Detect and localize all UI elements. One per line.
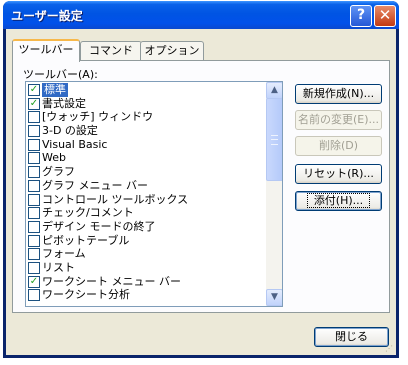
list-item-label: デザイン モードの終了: [42, 219, 156, 233]
list-item[interactable]: [ウォッチ] ウィンドウ: [26, 110, 266, 124]
scroll-thumb[interactable]: [266, 98, 282, 181]
list-item[interactable]: デザイン モードの終了: [26, 220, 266, 234]
attach-button[interactable]: 添付(H)...: [295, 191, 382, 211]
new-toolbar-button[interactable]: 新規作成(N)...: [295, 84, 382, 104]
dialog-window: ユーザー設定 ? ✕ ツールバー コマンド オプション ツールバー(A): ✓ 標…: [3, 1, 399, 358]
list-item[interactable]: グラフ メニュー バー: [26, 179, 266, 193]
tab-options[interactable]: オプション: [140, 41, 204, 60]
toolbar-list-label: ツールバー(A):: [23, 68, 98, 81]
title-bar[interactable]: ユーザー設定 ? ✕: [3, 1, 399, 29]
checkbox[interactable]: [28, 166, 40, 179]
reset-button[interactable]: リセット(R)...: [295, 164, 382, 184]
list-item-label: 3-D の設定: [42, 124, 98, 138]
list-item-label: 書式設定: [42, 96, 86, 110]
list-item-label: フォーム: [42, 247, 86, 261]
list-item[interactable]: ワークシート分析: [26, 288, 266, 302]
checkbox[interactable]: [28, 193, 40, 206]
checkbox[interactable]: [28, 234, 40, 247]
list-item-label: Web: [42, 151, 66, 165]
list-item-label: チェック/コメント: [42, 206, 134, 220]
list-item-label: グラフ: [42, 165, 75, 179]
list-item[interactable]: Visual Basic: [26, 138, 266, 152]
checkbox[interactable]: [28, 179, 40, 192]
list-item[interactable]: フォーム: [26, 247, 266, 261]
list-item[interactable]: リスト: [26, 261, 266, 275]
list-item[interactable]: グラフ: [26, 165, 266, 179]
checkbox[interactable]: ✓: [28, 275, 40, 288]
list-item[interactable]: Web: [26, 151, 266, 165]
delete-label: 削除(D): [318, 139, 359, 152]
resize-grip-icon[interactable]: ⋰: [385, 344, 395, 354]
list-item[interactable]: ✓ 書式設定: [26, 97, 266, 111]
tab-panel: ツールバー(A): ✓ 標準 ✓ 書式設定 [ウォッチ] ウィンドウ 3-D の設定 Vis…: [12, 60, 390, 313]
new-toolbar-label: 新規作成(N)...: [302, 87, 375, 100]
list-item-label: ワークシート分析: [42, 288, 130, 302]
list-item-label: グラフ メニュー バー: [42, 178, 148, 192]
list-item-label: ピボットテーブル: [42, 233, 130, 247]
rename-label: 名前の変更(E)...: [297, 113, 380, 126]
checkbox[interactable]: [28, 125, 40, 138]
checkbox[interactable]: [28, 138, 40, 151]
chevron-down-icon: ▼: [271, 292, 278, 302]
checkbox[interactable]: [28, 111, 40, 124]
list-item[interactable]: コントロール ツールボックス: [26, 193, 266, 207]
checkbox[interactable]: [28, 152, 40, 165]
scroll-up-button[interactable]: ▲: [266, 82, 282, 99]
list-item-label: Visual Basic: [42, 137, 108, 151]
toolbar-list-rows: ✓ 標準 ✓ 書式設定 [ウォッチ] ウィンドウ 3-D の設定 Visual Basic W…: [26, 83, 266, 302]
close-label: 閉じる: [335, 330, 368, 343]
grip-icon: [271, 135, 278, 145]
list-item[interactable]: チェック/コメント: [26, 206, 266, 220]
window-title: ユーザー設定: [11, 9, 83, 23]
delete-button[interactable]: 削除(D): [295, 136, 382, 156]
attach-label: 添付(H)...: [306, 193, 371, 208]
tab-toolbars[interactable]: ツールバー: [12, 39, 80, 62]
checkbox[interactable]: [28, 220, 40, 233]
list-item-label: 標準: [42, 83, 68, 97]
checkbox[interactable]: [28, 248, 40, 261]
list-item-label: リスト: [42, 260, 75, 274]
close-icon: ✕: [378, 6, 392, 24]
checkbox[interactable]: [28, 207, 40, 220]
checkbox[interactable]: ✓: [28, 84, 40, 96]
list-item[interactable]: ピボットテーブル: [26, 234, 266, 248]
list-item[interactable]: ✓ ワークシート メニュー バー: [26, 275, 266, 289]
list-item-label: コントロール ツールボックス: [42, 192, 189, 206]
chevron-up-icon: ▲: [271, 85, 278, 95]
rename-button[interactable]: 名前の変更(E)...: [295, 110, 382, 130]
vertical-scrollbar[interactable]: ▲ ▼: [266, 82, 282, 306]
close-window-button[interactable]: ✕: [374, 5, 396, 27]
list-item[interactable]: 3-D の設定: [26, 124, 266, 138]
checkbox[interactable]: [28, 261, 40, 274]
tab-commands[interactable]: コマンド: [80, 41, 142, 60]
dialog-body: ツールバー コマンド オプション ツールバー(A): ✓ 標準 ✓ 書式設定 [ウォッチ…: [6, 29, 396, 355]
checkbox[interactable]: [28, 289, 40, 302]
toolbar-list[interactable]: ✓ 標準 ✓ 書式設定 [ウォッチ] ウィンドウ 3-D の設定 Visual Basic W…: [25, 81, 283, 307]
reset-label: リセット(R)...: [303, 167, 374, 180]
help-button[interactable]: ?: [350, 5, 372, 27]
question-icon: ?: [356, 7, 366, 23]
list-item[interactable]: ✓ 標準: [26, 83, 266, 97]
scroll-down-button[interactable]: ▼: [266, 289, 282, 306]
checkbox[interactable]: ✓: [28, 97, 40, 110]
close-button[interactable]: 閉じる: [314, 327, 389, 347]
list-item-label: ワークシート メニュー バー: [42, 274, 181, 288]
list-item-label: [ウォッチ] ウィンドウ: [42, 110, 154, 124]
